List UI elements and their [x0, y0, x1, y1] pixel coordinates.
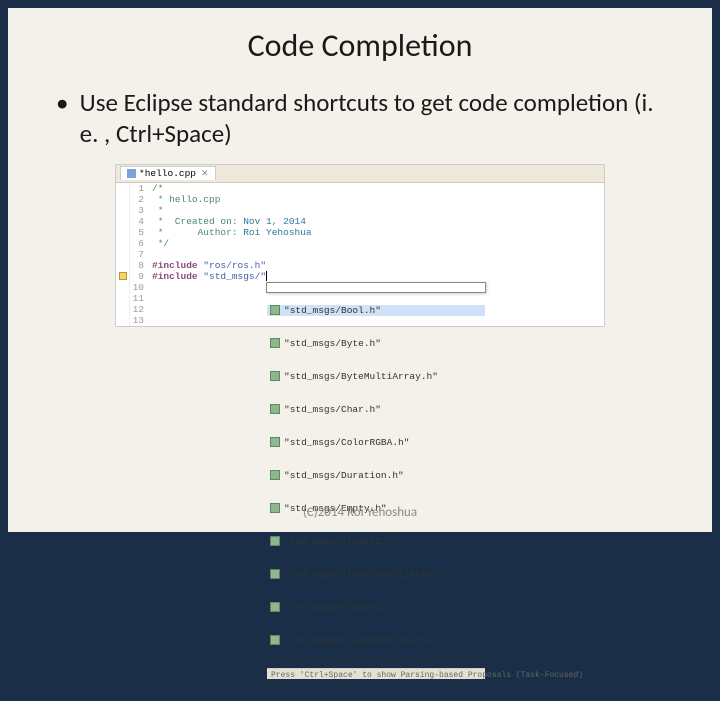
line-number: 3 [130, 205, 144, 216]
line-number: 9 [130, 271, 144, 282]
completion-item[interactable]: "std_msgs/ColorRGBA.h" [267, 437, 485, 448]
completion-item[interactable]: "std_msgs/Byte.h" [267, 338, 485, 349]
slide: Code Completion • Use Eclipse standard s… [8, 8, 712, 532]
completion-item[interactable]: "std_msgs/Bool.h" [267, 305, 485, 316]
cpp-file-icon [127, 169, 136, 178]
completion-item[interactable]: "std_msgs/Float64MultiArray.h" [267, 635, 485, 646]
code-line: * Author: Roi Yehoshua [152, 227, 604, 238]
header-file-icon [270, 569, 280, 579]
line-number: 13 [130, 315, 144, 326]
header-file-icon [270, 470, 280, 480]
tab-label: *hello.cpp [139, 168, 196, 179]
bullet-row: • Use Eclipse standard shortcuts to get … [8, 65, 712, 150]
line-number: 4 [130, 216, 144, 227]
header-file-icon [270, 338, 280, 348]
line-number: 2 [130, 194, 144, 205]
code-line: #include "std_msgs/" [152, 271, 604, 282]
header-file-icon [270, 404, 280, 414]
completion-item[interactable]: "std_msgs/Float32.h" [267, 536, 485, 547]
line-number: 5 [130, 227, 144, 238]
gutter-markers [116, 183, 130, 326]
line-number: 10 [130, 282, 144, 293]
header-file-icon [270, 305, 280, 315]
text-cursor [266, 271, 267, 281]
code-area[interactable]: /* * hello.cpp * * Created on: Nov 1, 20… [148, 183, 604, 326]
completion-popup[interactable]: "std_msgs/Bool.h" "std_msgs/Byte.h" "std… [266, 282, 486, 293]
close-icon[interactable]: ✕ [201, 169, 209, 179]
editor-tab[interactable]: *hello.cpp ✕ [120, 166, 216, 180]
code-line: #include "ros/ros.h" [152, 260, 604, 271]
completion-item[interactable]: "std_msgs/Float32MultiArray.h" [267, 569, 485, 580]
header-file-icon [270, 635, 280, 645]
bullet-text: Use Eclipse standard shortcuts to get co… [80, 87, 660, 150]
line-number: 7 [130, 249, 144, 260]
header-file-icon [270, 437, 280, 447]
completion-item[interactable]: "std_msgs/ByteMultiArray.h" [267, 371, 485, 382]
warning-icon [116, 271, 129, 282]
completion-item[interactable]: "std_msgs/Char.h" [267, 404, 485, 415]
code-line: */ [152, 238, 604, 249]
code-body[interactable]: 1 2 3 4 5 6 7 8 9 10 11 12 13 /* * hello… [116, 183, 604, 326]
header-file-icon [270, 536, 280, 546]
code-line [152, 249, 604, 260]
editor-tab-bar: *hello.cpp ✕ [116, 165, 604, 183]
code-line: * hello.cpp [152, 194, 604, 205]
code-editor: *hello.cpp ✕ 1 2 3 4 5 6 7 8 9 10 11 12 [115, 164, 605, 327]
line-number: 6 [130, 238, 144, 249]
code-line: /* [152, 183, 604, 194]
line-number: 8 [130, 260, 144, 271]
code-line: * [152, 205, 604, 216]
copyright-text: (C)2014 Roi Yehoshua [8, 505, 712, 520]
completion-item[interactable]: "std_msgs/Float64.h" [267, 602, 485, 613]
header-file-icon [270, 371, 280, 381]
completion-item[interactable]: "std_msgs/Duration.h" [267, 470, 485, 481]
bullet-marker: • [56, 87, 74, 118]
completion-footer: Press 'Ctrl+Space' to show Parsing-based… [267, 668, 485, 679]
line-number: 11 [130, 293, 144, 304]
slide-title: Code Completion [8, 8, 712, 65]
line-number: 12 [130, 304, 144, 315]
header-file-icon [270, 602, 280, 612]
line-number: 1 [130, 183, 144, 194]
line-number-gutter: 1 2 3 4 5 6 7 8 9 10 11 12 13 [130, 183, 148, 326]
code-line: * Created on: Nov 1, 2014 [152, 216, 604, 227]
